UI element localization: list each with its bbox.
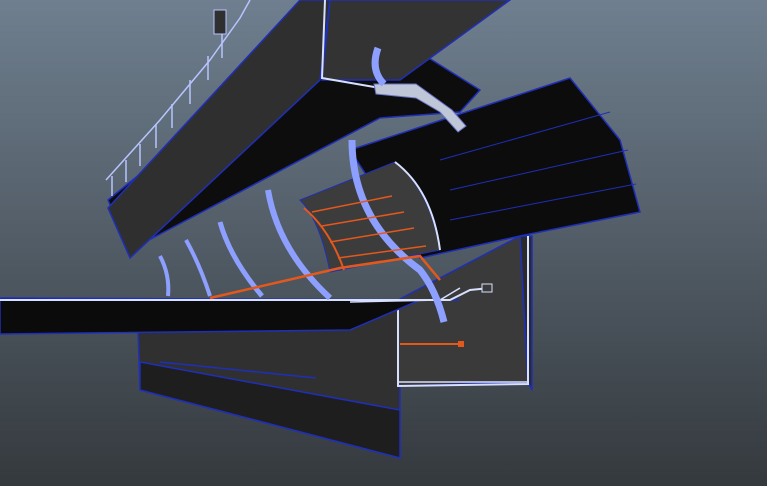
stair-bar-end bbox=[458, 341, 464, 347]
3d-viewport[interactable] bbox=[0, 0, 767, 486]
viewport-canvas[interactable] bbox=[0, 0, 767, 486]
deck-end-cap[interactable] bbox=[481, 283, 493, 293]
railing-top-block bbox=[213, 9, 227, 35]
